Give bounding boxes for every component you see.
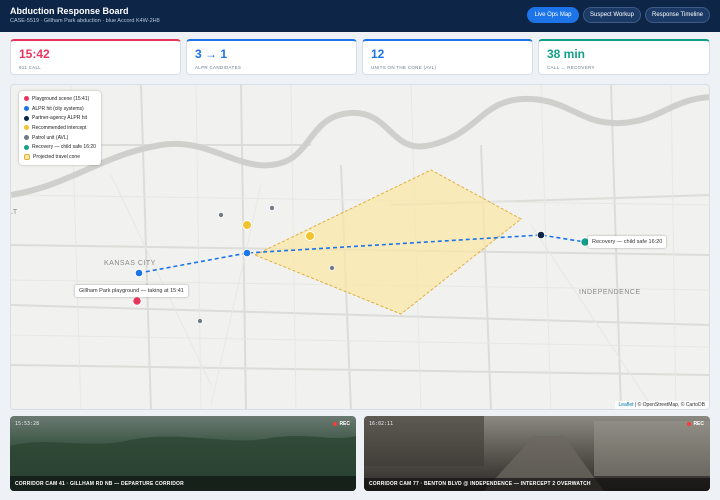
scene-popup: Gillham Park playground — taking at 15:4… (75, 285, 188, 297)
camera-caption: CORRIDOR CAM 77 · BENTON BLVD @ INDEPEND… (369, 481, 591, 487)
kpi-card-911-call: 15:42 911 CALL (10, 39, 181, 75)
record-dot-icon (687, 421, 692, 426)
alpr-hit-marker[interactable] (242, 248, 252, 258)
patrol-unit-marker[interactable] (217, 212, 224, 219)
alpr-hit-marker[interactable] (134, 268, 144, 278)
patrol-unit-marker[interactable] (196, 317, 203, 324)
partner-alpr-hit-marker[interactable] (536, 230, 546, 240)
camera-caption: CORRIDOR CAM 41 · GILLHAM RD NB — DEPART… (15, 481, 184, 487)
attribution-text: | © OpenStreetMap, © CartoDB (633, 402, 705, 408)
kpi-card-units-on-cone: 12 UNITS ON THE CONE (AVL) (362, 39, 533, 75)
legend-swatch (24, 96, 29, 102)
legend-item: Patrol unit (AVL) (24, 133, 96, 143)
kpi-value: 38 min (547, 47, 586, 61)
camera-image (364, 416, 710, 491)
response-timeline-button[interactable]: Response Timeline (645, 7, 710, 23)
recording-indicator: REC (687, 421, 704, 427)
legend-swatch (24, 106, 29, 112)
map-label-kansas-city: KANSAS CITY (104, 260, 156, 267)
legend-item: Recommended intercept (24, 123, 96, 133)
legend-label: Recommended intercept (32, 124, 87, 131)
camera-timestamp: 16:02:11 (369, 421, 394, 427)
map-attribution: Leaflet | © OpenStreetMap, © CartoDB (614, 401, 709, 409)
kpi-value: 3 → 1 (195, 47, 228, 61)
leaflet-link[interactable]: Leaflet (619, 402, 634, 408)
kpi-label: 911 CALL (19, 65, 42, 70)
kpi-label: ALPR CANDIDATES (195, 65, 242, 70)
legend-item: ALPR hit (city systems) (24, 104, 96, 114)
legend-item: Partner-agency ALPR hit (24, 113, 96, 123)
camera-image (10, 416, 356, 491)
kpi-value: 12 (371, 47, 385, 61)
rec-label: REC (693, 421, 704, 427)
map-legend: Playground scene (15:41) ALPR hit (city … (19, 91, 101, 165)
rec-label: REC (339, 421, 350, 427)
recommended-intercept-marker[interactable] (242, 220, 252, 230)
app-header: Abduction Response Board CASE-5519 · Gil… (0, 0, 720, 32)
camera-feed-41[interactable]: 15:53:28 REC CORRIDOR CAM 41 · GILLHAM R… (10, 416, 356, 491)
patrol-unit-marker[interactable] (328, 264, 335, 271)
legend-swatch (24, 153, 30, 160)
case-subtitle: CASE-5519 · Gillham Park abduction · blu… (10, 18, 160, 24)
legend-label: ALPR hit (city systems) (32, 105, 84, 112)
map-label-partial: LT (11, 209, 18, 216)
recovery-popup: Recovery — child safe 16:20 (588, 236, 667, 248)
legend-item: Projected travel cone (24, 152, 96, 162)
camera-feed-77[interactable]: 16:02:11 REC CORRIDOR CAM 77 · BENTON BL… (364, 416, 710, 491)
legend-label: Patrol unit (AVL) (32, 134, 69, 141)
legend-swatch (24, 125, 29, 131)
suspect-workup-button[interactable]: Suspect Workup (583, 7, 641, 23)
kpi-card-call-to-recovery: 38 min CALL → RECOVERY (538, 39, 710, 75)
kpi-value: 15:42 (19, 47, 50, 61)
camera-timestamp: 15:53:28 (15, 421, 40, 427)
kpi-label: CALL → RECOVERY (547, 65, 595, 70)
record-dot-icon (333, 421, 338, 426)
legend-item: Recovery — child safe 16:20 (24, 142, 96, 152)
legend-swatch (24, 115, 29, 121)
legend-label: Playground scene (15:41) (32, 95, 90, 102)
playground-scene-marker[interactable] (132, 296, 142, 306)
map-label-independence: INDEPENDENCE (579, 289, 641, 296)
live-ops-map[interactable]: KANSAS CITY INDEPENDENCE LT Gillham Park… (10, 84, 710, 410)
kpi-card-alpr-candidates: 3 → 1 ALPR CANDIDATES (186, 39, 357, 75)
legend-label: Projected travel cone (33, 153, 80, 160)
live-ops-map-button[interactable]: Live Ops Map (527, 7, 579, 23)
patrol-unit-marker[interactable] (268, 205, 275, 212)
legend-item: Playground scene (15:41) (24, 94, 96, 104)
page-title: Abduction Response Board (10, 6, 129, 16)
legend-label: Partner-agency ALPR hit (32, 115, 88, 122)
recording-indicator: REC (333, 421, 350, 427)
legend-swatch (24, 144, 29, 150)
legend-swatch (24, 135, 29, 141)
legend-label: Recovery — child safe 16:20 (32, 144, 96, 151)
kpi-label: UNITS ON THE CONE (AVL) (371, 65, 437, 70)
projected-travel-cone (253, 169, 522, 315)
recommended-intercept-marker[interactable] (305, 231, 315, 241)
